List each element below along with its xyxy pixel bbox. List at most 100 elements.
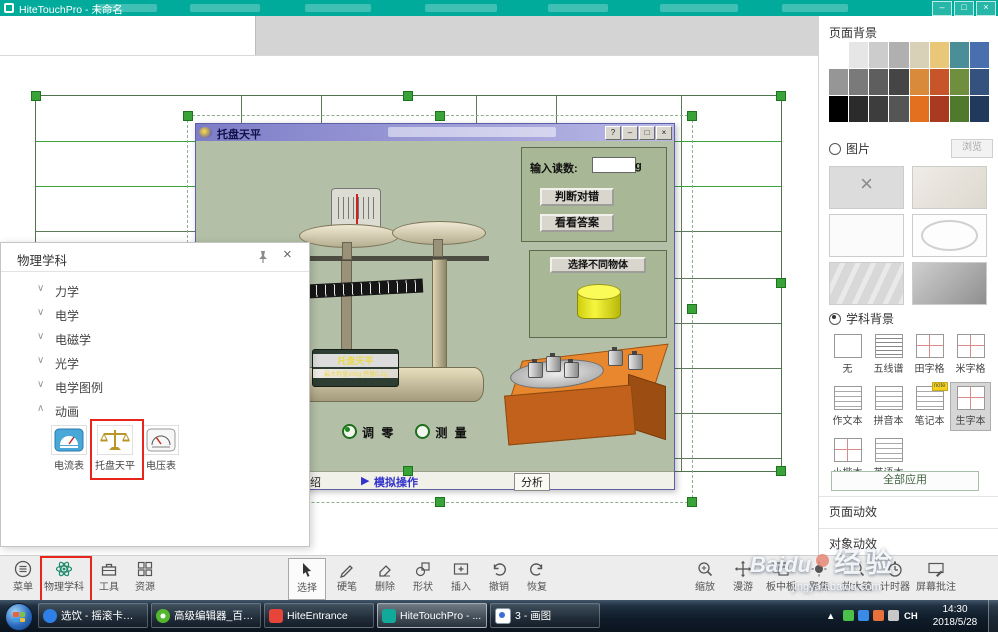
color-swatch[interactable]: [950, 96, 969, 122]
color-swatch[interactable]: [950, 42, 969, 68]
timer-button[interactable]: 计时器: [876, 558, 914, 593]
color-swatch[interactable]: [970, 96, 989, 122]
resources-button[interactable]: 资源: [126, 558, 164, 593]
color-swatch[interactable]: [970, 69, 989, 95]
color-swatch[interactable]: [889, 96, 908, 122]
selection-handle[interactable]: [31, 91, 41, 101]
tree-item-mechanics[interactable]: ∨ 力学: [1, 279, 309, 303]
reading-input[interactable]: [592, 157, 636, 173]
screen-annotate-button[interactable]: 屏幕批注: [912, 558, 960, 593]
subject-bg-new-words[interactable]: 生字本: [950, 382, 991, 431]
tab-analysis[interactable]: 分析: [514, 473, 550, 491]
color-swatch[interactable]: [910, 69, 929, 95]
color-swatch[interactable]: [829, 69, 848, 95]
texture-thumbnail[interactable]: [829, 262, 904, 305]
resource-item-voltmeter[interactable]: 电压表: [139, 425, 183, 472]
tree-item-optics[interactable]: ∨ 光学: [1, 351, 309, 375]
close-icon[interactable]: ×: [283, 246, 292, 263]
selection-handle[interactable]: [435, 111, 445, 121]
weight[interactable]: [608, 350, 623, 366]
show-desktop-button[interactable]: [988, 600, 998, 632]
color-swatch[interactable]: [869, 69, 888, 95]
texture-thumbnail[interactable]: [912, 214, 987, 257]
measure-radio[interactable]: [415, 424, 430, 439]
image-bg-option[interactable]: 图片: [829, 140, 870, 157]
color-swatch[interactable]: [889, 69, 908, 95]
tree-item-electromagnetism[interactable]: ∨ 电磁学: [1, 327, 309, 351]
weight[interactable]: [564, 362, 579, 378]
color-swatch[interactable]: [829, 42, 848, 68]
sim-titlebar[interactable]: 托盘天平 ? – □ ×: [196, 124, 674, 141]
color-swatch[interactable]: [910, 42, 929, 68]
weights-box[interactable]: [504, 346, 666, 443]
zoom-button[interactable]: 缩放: [686, 558, 724, 593]
color-swatch[interactable]: [930, 42, 949, 68]
object-animation-section[interactable]: 对象动效: [819, 528, 998, 552]
select-tool-button[interactable]: 选择: [288, 558, 326, 600]
color-swatch[interactable]: [849, 96, 868, 122]
pin-icon[interactable]: [257, 250, 269, 269]
selection-handle[interactable]: [687, 304, 697, 314]
taskbar-clock[interactable]: 14:30 2018/5/28: [924, 603, 986, 629]
selection-handle[interactable]: [403, 466, 413, 476]
sim-maximize-button[interactable]: □: [639, 126, 655, 140]
sim-help-button[interactable]: ?: [605, 126, 621, 140]
weight[interactable]: [628, 354, 643, 370]
color-swatch[interactable]: [950, 69, 969, 95]
pen-tool-button[interactable]: 硬笔: [328, 558, 366, 593]
subject-radio[interactable]: [829, 313, 841, 325]
start-button[interactable]: [5, 603, 33, 631]
sim-minimize-button[interactable]: –: [622, 126, 638, 140]
undo-button[interactable]: 撤销: [480, 558, 518, 593]
redo-button[interactable]: 恢复: [518, 558, 556, 593]
selection-handle[interactable]: [687, 497, 697, 507]
roam-button[interactable]: 漫游: [724, 558, 762, 593]
insert-button[interactable]: 插入: [442, 558, 480, 593]
texture-thumbnail[interactable]: [829, 214, 904, 257]
selection-handle[interactable]: [435, 497, 445, 507]
taskbar-item-hitetouchpro[interactable]: HiteTouchPro - ...: [377, 603, 487, 628]
taskbar-item-hiteentrance[interactable]: HiteEntrance: [264, 603, 374, 628]
subject-bg-notebook[interactable]: note 笔记本: [909, 382, 950, 431]
selection-handle[interactable]: [687, 111, 697, 121]
tray-icon[interactable]: [888, 610, 899, 621]
subject-bg-composition[interactable]: 作文本: [827, 382, 868, 431]
tray-expand-icon[interactable]: ▲: [826, 611, 835, 622]
sim-close-button[interactable]: ×: [656, 126, 672, 140]
magnifier-button[interactable]: 放大镜: [838, 558, 876, 593]
subject-bg-pinyin[interactable]: 拼音本: [868, 382, 909, 431]
close-button[interactable]: ×: [976, 1, 996, 16]
image-radio[interactable]: [829, 143, 841, 155]
color-swatch[interactable]: [869, 96, 888, 122]
zero-radio[interactable]: [342, 424, 357, 439]
no-image-thumbnail[interactable]: ×: [829, 166, 904, 209]
color-swatch[interactable]: [829, 96, 848, 122]
delete-tool-button[interactable]: 删除: [366, 558, 404, 593]
page-animation-section[interactable]: 页面动效: [819, 496, 998, 520]
tools-button[interactable]: 工具: [90, 558, 128, 593]
menu-button[interactable]: 菜单: [4, 558, 42, 593]
color-swatch[interactable]: [889, 42, 908, 68]
spotlight-button[interactable]: 聚焦: [800, 558, 838, 593]
color-swatch[interactable]: [970, 42, 989, 68]
texture-thumbnail[interactable]: [912, 262, 987, 305]
color-swatch[interactable]: [930, 69, 949, 95]
color-swatch[interactable]: [869, 42, 888, 68]
tray-icon[interactable]: [843, 610, 854, 621]
subject-bg-tianzige[interactable]: 田字格: [909, 330, 950, 379]
selection-handle[interactable]: [183, 111, 193, 121]
selection-handle[interactable]: [776, 466, 786, 476]
selection-handle[interactable]: [776, 278, 786, 288]
taskbar-item-paint[interactable]: 3 - 画图: [490, 603, 600, 628]
show-answer-button[interactable]: 看看答案: [540, 214, 614, 232]
selection-handle[interactable]: [776, 91, 786, 101]
judge-button[interactable]: 判断对错: [540, 188, 614, 206]
tray-icon[interactable]: [873, 610, 884, 621]
weight[interactable]: [546, 356, 561, 372]
tree-item-circuit-legend[interactable]: ∨ 电学图例: [1, 375, 309, 399]
color-swatch[interactable]: [849, 42, 868, 68]
tray-icon[interactable]: [858, 610, 869, 621]
tree-item-animations[interactable]: ∧ 动画: [1, 399, 309, 423]
minimize-button[interactable]: –: [932, 1, 952, 16]
selection-handle[interactable]: [403, 91, 413, 101]
